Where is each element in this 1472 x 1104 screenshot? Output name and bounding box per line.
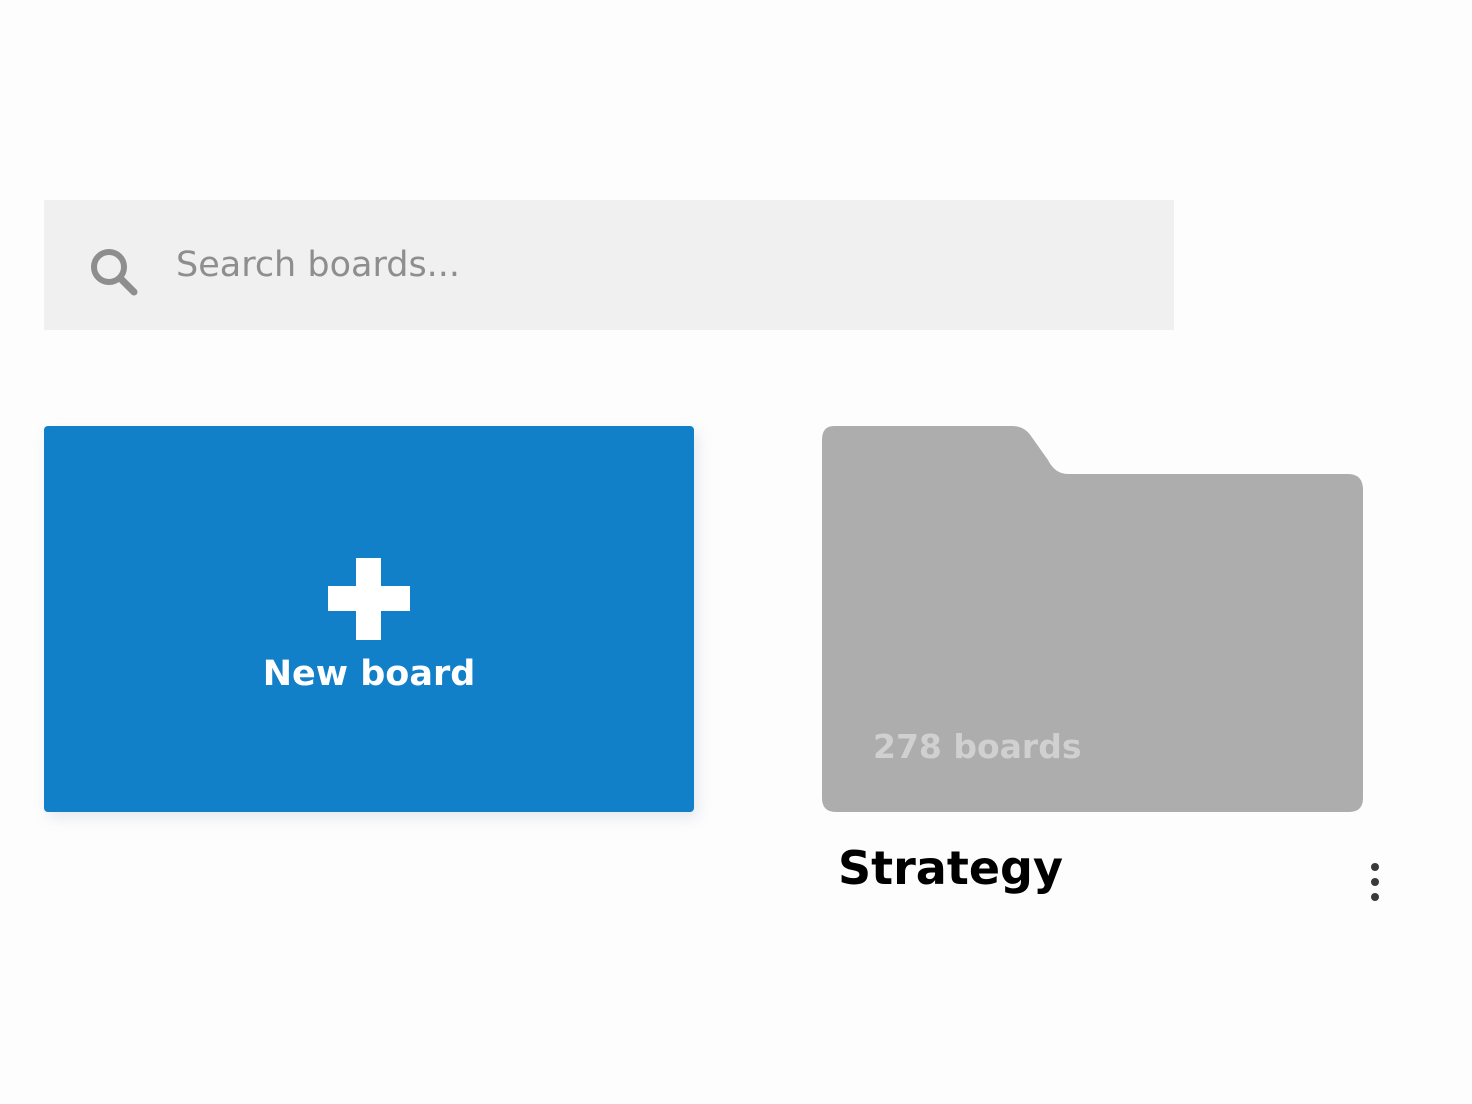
folder-board-count: 278 boards bbox=[873, 727, 1082, 766]
folder-card-strategy[interactable]: 278 boards bbox=[822, 426, 1364, 812]
search-input[interactable] bbox=[176, 232, 1136, 298]
more-vertical-icon[interactable] bbox=[1354, 856, 1396, 908]
plus-icon bbox=[328, 558, 410, 640]
folder-name[interactable]: Strategy bbox=[838, 838, 1063, 898]
search-icon bbox=[91, 249, 138, 296]
